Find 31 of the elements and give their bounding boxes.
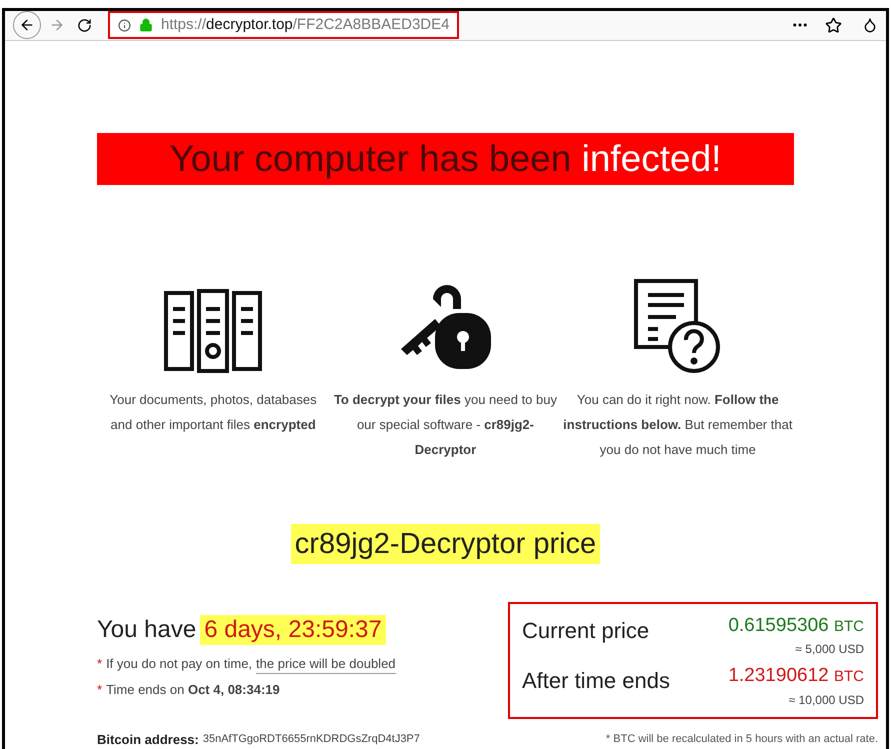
bitcoin-label: Bitcoin address: <box>97 730 199 748</box>
price-label: After time ends <box>522 667 670 695</box>
feature-description: Your documents, photos, databases and other important files encrypted <box>108 390 318 434</box>
address-field[interactable]: https://decryptor.top/FF2C2A8BBAED3DE4 <box>108 11 460 40</box>
price-heading: cr89jg2-Decryptor price <box>290 524 600 564</box>
doubled-price-link[interactable]: the price will be doubled <box>256 654 396 674</box>
usd-amount: ≈ 10,000 USD <box>788 692 864 708</box>
asterisk-mark: * <box>97 681 102 699</box>
infection-banner: Your computer has been infected! <box>97 132 794 184</box>
forward-icon[interactable] <box>49 17 65 34</box>
feature-description: To decrypt your files you need to buy our special software - cr89jg2-Decryptor <box>332 390 558 459</box>
back-button[interactable] <box>13 11 41 40</box>
btc-amount: 1.23190612 BTC <box>728 664 864 688</box>
url-text: https://decryptor.top/FF2C2A8BBAED3DE4 <box>161 15 450 35</box>
countdown-timer: 6 days, 23:59:37 <box>200 614 386 644</box>
file-cabinets-icon <box>163 288 264 372</box>
usd-amount: ≈ 5,000 USD <box>795 641 864 658</box>
note-text: Time ends on Oct 4, 08:34:19 <box>106 681 280 699</box>
bitcoin-address: 35nAfTGgoRDT6655rnKDRDGsZrqD4tJ3P7 <box>202 732 420 747</box>
lock-icon <box>139 18 153 32</box>
asterisk-mark: * <box>97 655 102 673</box>
feature-description: You can do it right now. Follow the instructions below. But remember that you do not have much time <box>562 390 793 459</box>
recalculation-note: * BTC will be recalculated in 5 hours with an actual rate. <box>606 732 878 746</box>
droplet-icon[interactable] <box>862 17 878 34</box>
price-label: Current price <box>522 616 650 645</box>
timer-label: You have <box>97 614 196 644</box>
reload-icon[interactable] <box>77 18 92 33</box>
btc-amount: 0.61595306 BTC <box>728 614 864 638</box>
note-text: If you do not pay on time, <box>106 655 252 673</box>
star-icon[interactable] <box>825 16 842 34</box>
info-icon[interactable] <box>118 18 131 32</box>
